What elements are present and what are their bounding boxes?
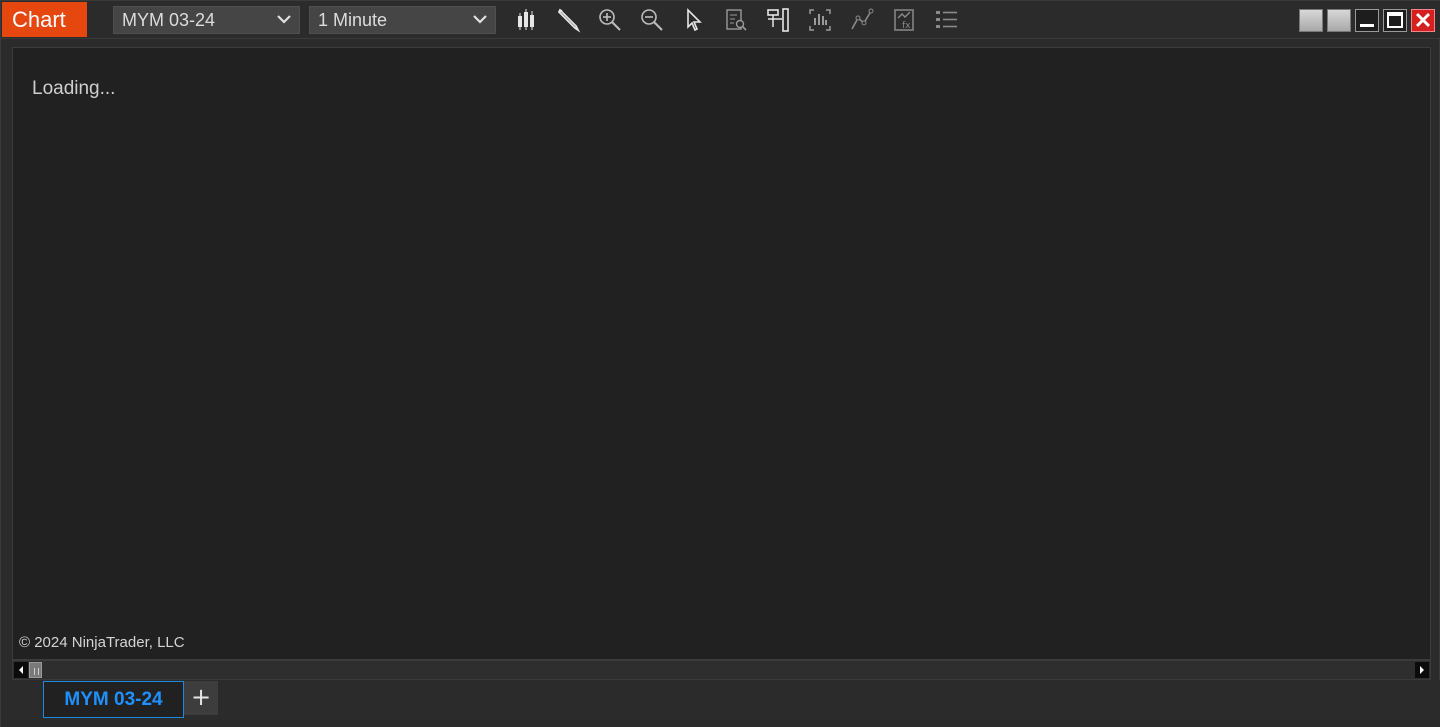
loading-status: Loading... (32, 78, 116, 99)
zoom-in-icon[interactable] (596, 6, 624, 34)
copyright-notice: © 2024 NinjaTrader, LLC (19, 634, 185, 651)
zoom-out-icon[interactable] (638, 6, 666, 34)
add-tab-button[interactable]: + (184, 681, 218, 715)
list-icon[interactable] (932, 6, 960, 34)
tile-button[interactable] (1299, 9, 1323, 32)
bars-icon[interactable] (512, 6, 540, 34)
minimize-icon[interactable] (1355, 9, 1379, 32)
tab-bar: MYM 03-24 + (1, 680, 1440, 727)
pencil-icon[interactable] (554, 6, 582, 34)
instrument-selector[interactable]: MYM 03-24 (113, 6, 300, 34)
tile-button[interactable] (1327, 9, 1351, 32)
interval-value: 1 Minute (318, 10, 388, 30)
chart-window: Chart MYM 03-24 1 Minute fx Loading... ©… (0, 0, 1440, 727)
interval-selector[interactable]: 1 Minute (309, 6, 496, 34)
scroll-right-button[interactable] (1415, 662, 1429, 678)
properties-icon[interactable]: fx (890, 6, 918, 34)
strategies-icon[interactable] (848, 6, 876, 34)
pointer-icon[interactable] (680, 6, 708, 34)
svg-text:fx: fx (902, 21, 911, 31)
instrument-value: MYM 03-24 (122, 10, 216, 30)
data-box-icon[interactable] (722, 6, 750, 34)
title-toolbar: Chart MYM 03-24 1 Minute fx (1, 1, 1440, 39)
scroll-left-button[interactable] (14, 662, 28, 678)
horizontal-scrollbar[interactable] (12, 660, 1431, 680)
chart-area[interactable]: Loading... © 2024 NinjaTrader, LLC (12, 47, 1431, 660)
app-title: Chart (2, 2, 87, 37)
maximize-icon[interactable] (1383, 9, 1407, 32)
chevron-down-icon (277, 15, 291, 24)
scroll-thumb[interactable] (29, 662, 42, 678)
indicators-icon[interactable] (806, 6, 834, 34)
tab-mym-03-24[interactable]: MYM 03-24 (43, 681, 184, 718)
arrow-left-icon (19, 666, 23, 674)
arrow-right-icon (1420, 666, 1424, 674)
chart-trader-icon[interactable] (764, 6, 792, 34)
close-icon[interactable] (1411, 9, 1435, 32)
chevron-down-icon (473, 15, 487, 24)
